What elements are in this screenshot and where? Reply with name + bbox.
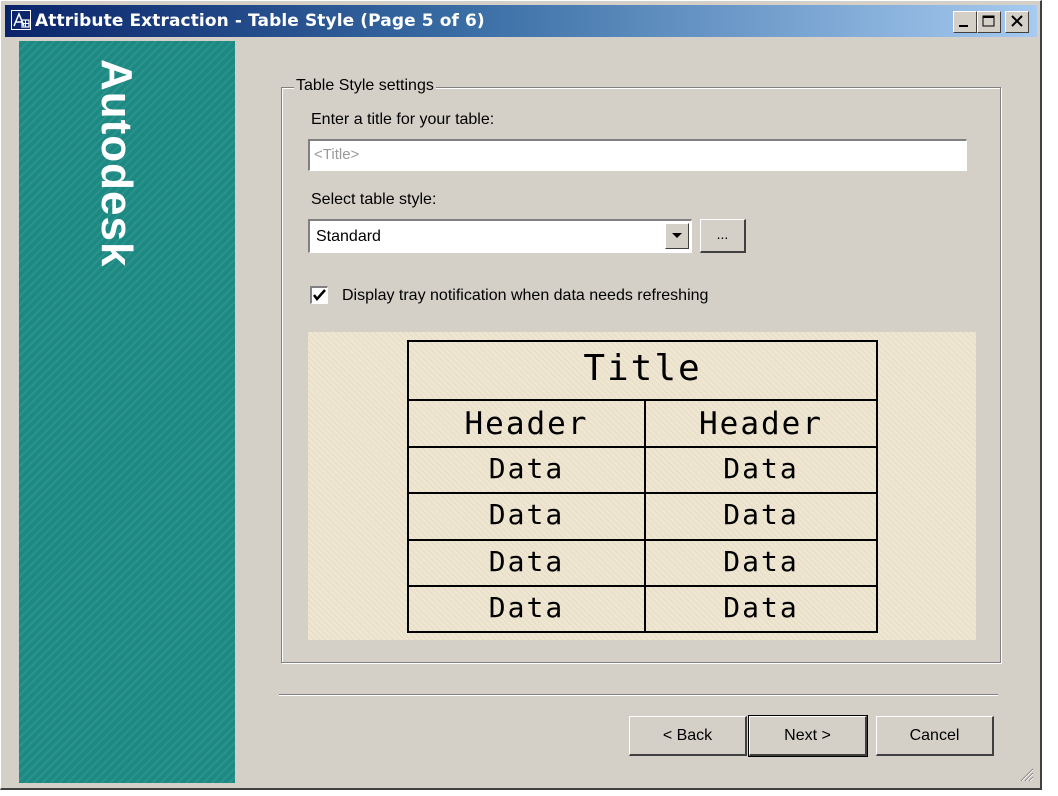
next-button[interactable]: Next > xyxy=(748,715,868,757)
table-title-placeholder: <Title> xyxy=(314,146,360,163)
preview-data-cell: Data xyxy=(723,452,799,485)
table-style-dropdown[interactable]: Standard xyxy=(308,219,692,253)
maximize-button[interactable] xyxy=(977,11,1001,33)
chevron-down-icon xyxy=(672,233,682,238)
preview-data-cell: Data xyxy=(488,591,565,624)
title-bar[interactable]: Attribute Extraction - Table Style (Page… xyxy=(5,5,1037,37)
preview-table: Title Header Header Data Data Data Data … xyxy=(407,340,878,633)
window-title: Attribute Extraction - Table Style (Page… xyxy=(35,11,485,31)
close-icon xyxy=(1011,15,1023,27)
brand-banner: Autodesk xyxy=(19,41,235,783)
tray-notification-label: Display tray notification when data need… xyxy=(342,287,709,304)
table-style-label: Select table style: xyxy=(311,191,437,208)
title-field-label: Enter a title for your table: xyxy=(311,111,495,128)
table-title-input[interactable]: <Title> xyxy=(308,139,967,171)
browse-table-style-button[interactable]: ... xyxy=(700,219,746,253)
table-style-value: Standard xyxy=(316,228,381,245)
preview-data-cell: Data xyxy=(488,452,565,485)
minimize-icon xyxy=(959,25,968,27)
wizard-window: Attribute Extraction - Table Style (Page… xyxy=(0,0,1042,790)
back-button[interactable]: < Back xyxy=(629,716,747,756)
preview-header-cell: Header xyxy=(464,406,589,442)
groupbox-legend: Table Style settings xyxy=(294,77,436,95)
app-icon xyxy=(11,10,31,30)
tray-notification-checkbox[interactable] xyxy=(310,286,328,304)
preview-data-cell: Data xyxy=(723,545,799,578)
maximize-icon xyxy=(982,15,995,27)
minimize-button[interactable] xyxy=(953,11,977,33)
brand-logo-text: Autodesk xyxy=(92,59,141,268)
preview-data-cell: Data xyxy=(488,498,565,531)
preview-header-cell: Header xyxy=(699,406,823,442)
resize-grip-icon[interactable] xyxy=(1018,766,1034,782)
preview-title-cell: Title xyxy=(583,348,702,389)
dropdown-arrow-button[interactable] xyxy=(665,223,689,249)
checkmark-icon xyxy=(313,289,326,301)
footer-separator xyxy=(279,694,998,696)
preview-data-cell: Data xyxy=(488,545,565,578)
close-button[interactable] xyxy=(1005,11,1029,33)
preview-data-cell: Data xyxy=(723,591,799,624)
cancel-button[interactable]: Cancel xyxy=(876,716,994,756)
preview-data-cell: Data xyxy=(723,498,799,531)
